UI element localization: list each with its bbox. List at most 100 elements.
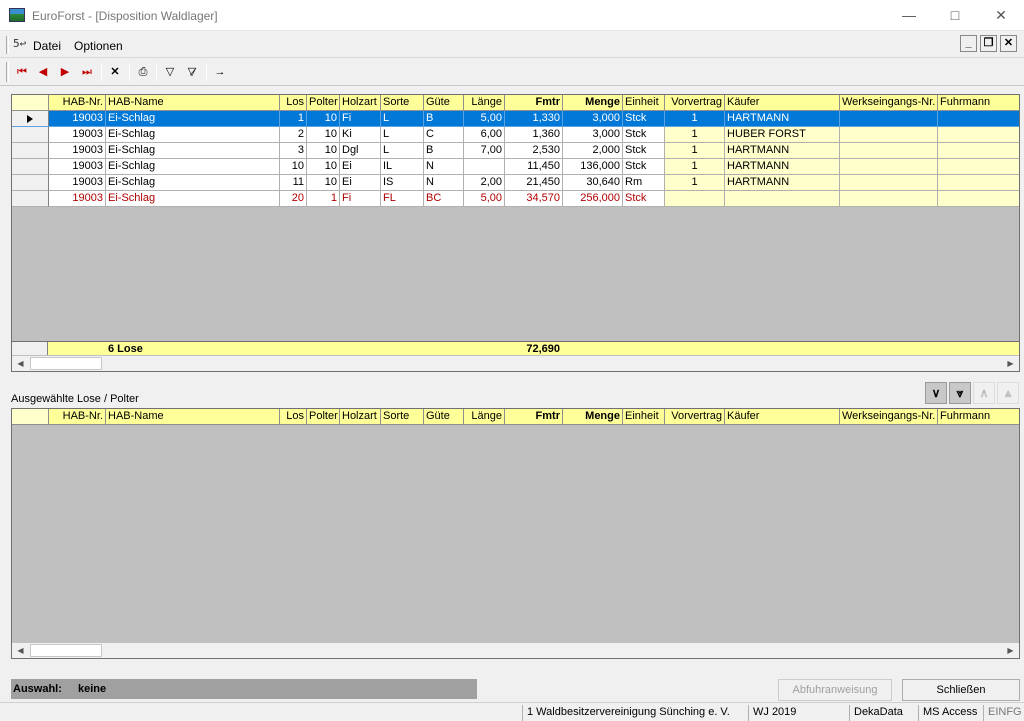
col-polter[interactable]: Polter [307,95,340,111]
cell-holzart[interactable]: Dgl [340,143,381,159]
cell-werkseingang[interactable] [840,175,938,191]
cell-werkseingang[interactable] [840,143,938,159]
table-row[interactable]: 19003 Ei-Schlag 20 1 Fi FL BC 5,00 34,570 256,000… [12,191,1019,207]
col-kaeufer[interactable]: Käufer [725,95,840,111]
col-hab-name[interactable]: HAB-Name [106,95,280,111]
cell-werkseingang[interactable] [840,127,938,143]
col-vorvertrag[interactable]: Vorvertrag [665,409,725,425]
cell-sorte[interactable]: L [381,127,424,143]
cell-kaeufer[interactable]: HARTMANN [725,143,840,159]
cell-einheit[interactable]: Stck [623,127,665,143]
cell-hab-name[interactable]: Ei-Schlag [106,111,280,127]
mdi-restore-icon[interactable]: ❐ [980,35,997,52]
row-indicator[interactable] [12,127,49,143]
cell-fmtr[interactable]: 2,530 [505,143,563,159]
cell-holzart[interactable]: Ei [340,159,381,175]
cell-fmtr[interactable]: 1,360 [505,127,563,143]
cell-fmtr[interactable]: 1,330 [505,111,563,127]
cell-polter[interactable]: 10 [307,111,340,127]
col-werkseingang[interactable]: Werkseingangs-Nr. [840,95,938,111]
last-record-icon[interactable]: ⏭ [77,63,97,81]
cell-hab-name[interactable]: Ei-Schlag [106,175,280,191]
cell-fuhrmann[interactable] [938,111,1019,127]
cell-laenge[interactable]: 5,00 [464,191,505,207]
row-indicator[interactable] [12,175,49,191]
scroll-thumb[interactable] [30,357,102,370]
col-vorvertrag[interactable]: Vorvertrag [665,95,725,111]
cell-polter[interactable]: 10 [307,143,340,159]
cell-fmtr[interactable]: 21,450 [505,175,563,191]
cell-laenge[interactable] [464,159,505,175]
col-sorte[interactable]: Sorte [381,95,424,111]
cell-holzart[interactable]: Ki [340,127,381,143]
cell-hab-name[interactable]: Ei-Schlag [106,127,280,143]
cell-menge[interactable]: 136,000 [563,159,623,175]
print-icon[interactable]: ⎙ [133,63,153,81]
cell-sorte[interactable]: IS [381,175,424,191]
cell-werkseingang[interactable] [840,159,938,175]
cell-holzart[interactable]: Fi [340,191,381,207]
scroll-left-icon[interactable]: ◀ [12,356,29,371]
top-grid-hscrollbar[interactable]: ◀ ▶ [12,355,1019,371]
cell-hab-nr[interactable]: 19003 [49,111,106,127]
cell-los[interactable]: 3 [280,143,307,159]
cell-hab-nr[interactable]: 19003 [49,143,106,159]
col-fuhrmann[interactable]: Fuhrmann [938,95,1019,111]
cell-vorvertrag[interactable]: 1 [665,143,725,159]
col-hab-nr[interactable]: HAB-Nr. [49,409,106,425]
cell-los[interactable]: 10 [280,159,307,175]
cell-vorvertrag[interactable] [665,191,725,207]
cell-menge[interactable]: 2,000 [563,143,623,159]
cell-hab-nr[interactable]: 19003 [49,159,106,175]
toolbar-grip[interactable] [6,62,9,82]
table-row[interactable]: 19003 Ei-Schlag 1 10 Fi L B 5,00 1,330 3,000 Stck 1… [12,111,1019,127]
table-row[interactable]: 19003 Ei-Schlag 2 10 Ki L C 6,00 1,360 3,000 Stck 1… [12,127,1019,143]
cell-los[interactable]: 11 [280,175,307,191]
col-werkseingang[interactable]: Werkseingangs-Nr. [840,409,938,425]
scroll-thumb[interactable] [30,644,102,657]
col-laenge[interactable]: Länge [464,409,505,425]
scroll-left-icon[interactable]: ◀ [12,643,29,658]
col-einheit[interactable]: Einheit [623,409,665,425]
cell-los[interactable]: 1 [280,111,307,127]
cell-los[interactable]: 2 [280,127,307,143]
col-guete[interactable]: Güte [424,409,464,425]
cell-kaeufer[interactable]: HARTMANN [725,175,840,191]
cell-menge[interactable]: 30,640 [563,175,623,191]
col-fuhrmann[interactable]: Fuhrmann [938,409,1019,425]
cell-einheit[interactable]: Stck [623,159,665,175]
cell-sorte[interactable]: IL [381,159,424,175]
bottom-grid-hscrollbar[interactable]: ◀ ▶ [12,642,1019,658]
document-menu-icon[interactable]: 5↩ [13,37,26,50]
cell-sorte[interactable]: L [381,111,424,127]
cell-werkseingang[interactable] [840,111,938,127]
menu-optionen[interactable]: Optionen [74,39,123,53]
cell-kaeufer[interactable]: HARTMANN [725,159,840,175]
maximize-icon[interactable]: □ [932,0,978,31]
col-hab-nr[interactable]: HAB-Nr. [49,95,106,111]
col-kaeufer[interactable]: Käufer [725,409,840,425]
next-record-icon[interactable]: ▶ [55,63,75,81]
table-row[interactable]: 19003 Ei-Schlag 11 10 Ei IS N 2,00 21,450 30,640 R… [12,175,1019,191]
cell-polter[interactable]: 10 [307,127,340,143]
col-fmtr[interactable]: Fmtr [505,95,563,111]
clear-filter-icon[interactable]: ▽̷ [182,63,202,81]
cell-vorvertrag[interactable]: 1 [665,127,725,143]
cell-hab-nr[interactable]: 19003 [49,191,106,207]
col-sorte[interactable]: Sorte [381,409,424,425]
mdi-close-icon[interactable]: ✕ [1000,35,1017,52]
first-record-icon[interactable]: ⏮ [12,63,32,81]
cell-polter[interactable]: 10 [307,159,340,175]
cell-laenge[interactable]: 6,00 [464,127,505,143]
scroll-right-icon[interactable]: ▶ [1002,643,1019,658]
col-los[interactable]: Los [280,409,307,425]
close-button[interactable]: Schließen [902,679,1020,701]
delete-icon[interactable]: ✕ [105,63,125,81]
col-holzart[interactable]: Holzart [340,95,381,111]
cell-guete[interactable]: B [424,111,464,127]
menu-grip[interactable] [6,36,9,54]
cell-laenge[interactable]: 2,00 [464,175,505,191]
cell-vorvertrag[interactable]: 1 [665,159,725,175]
cell-fuhrmann[interactable] [938,127,1019,143]
cell-fuhrmann[interactable] [938,143,1019,159]
